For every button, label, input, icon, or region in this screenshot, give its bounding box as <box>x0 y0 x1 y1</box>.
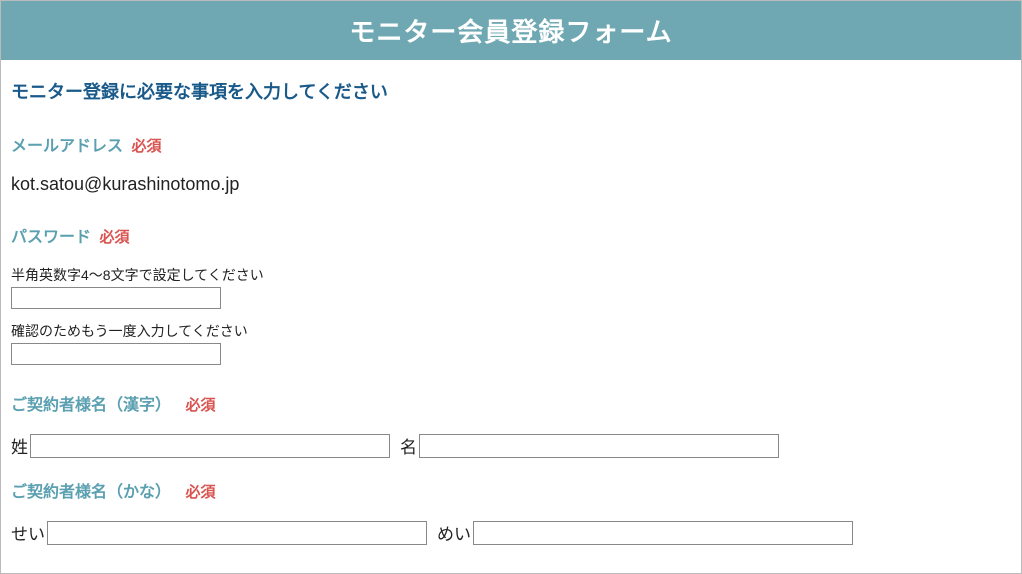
required-badge: 必須 <box>185 397 215 414</box>
name-kanji-section-label: ご契約者様名（漢字） 必須 <box>11 391 1011 415</box>
sei-kana-label: せい <box>11 520 45 545</box>
required-badge: 必須 <box>99 229 129 246</box>
mei-kanji-input[interactable] <box>419 434 779 458</box>
password-confirm-input[interactable] <box>11 343 221 365</box>
form-body: モニター登録に必要な事項を入力してください メールアドレス 必須 kot.sat… <box>1 60 1021 545</box>
password-section-label: パスワード 必須 <box>11 223 1011 247</box>
name-kana-label: ご契約者様名（かな） <box>11 484 171 501</box>
name-kana-section-label: ご契約者様名（かな） 必須 <box>11 478 1011 502</box>
password-hint2: 確認のためもう一度入力してください <box>11 321 1011 341</box>
mei-kana-label: めい <box>437 520 471 545</box>
email-label: メールアドレス <box>11 138 123 155</box>
mei-kana-input[interactable] <box>473 521 853 545</box>
required-badge: 必須 <box>131 138 161 155</box>
mei-kanji-label: 名 <box>400 433 417 458</box>
name-kanji-row: 姓 名 <box>11 433 1011 458</box>
password-label: パスワード <box>11 229 91 246</box>
required-badge: 必須 <box>185 484 215 501</box>
form-title: モニター会員登録フォーム <box>349 17 672 47</box>
name-kana-row: せい めい <box>11 520 1011 545</box>
sei-kanji-label: 姓 <box>11 433 28 458</box>
email-value: kot.satou@kurashinotomo.jp <box>11 174 1011 195</box>
sei-kana-input[interactable] <box>47 521 427 545</box>
form-header: モニター会員登録フォーム <box>1 1 1021 60</box>
password-hint1: 半角英数字4～8文字で設定してください <box>11 265 1011 285</box>
intro-text: モニター登録に必要な事項を入力してください <box>11 78 1011 104</box>
sei-kanji-input[interactable] <box>30 434 390 458</box>
name-kanji-label: ご契約者様名（漢字） <box>11 397 171 414</box>
email-section-label: メールアドレス 必須 <box>11 132 1011 156</box>
password-input[interactable] <box>11 287 221 309</box>
form-container: モニター会員登録フォーム モニター登録に必要な事項を入力してください メールアド… <box>0 0 1022 574</box>
